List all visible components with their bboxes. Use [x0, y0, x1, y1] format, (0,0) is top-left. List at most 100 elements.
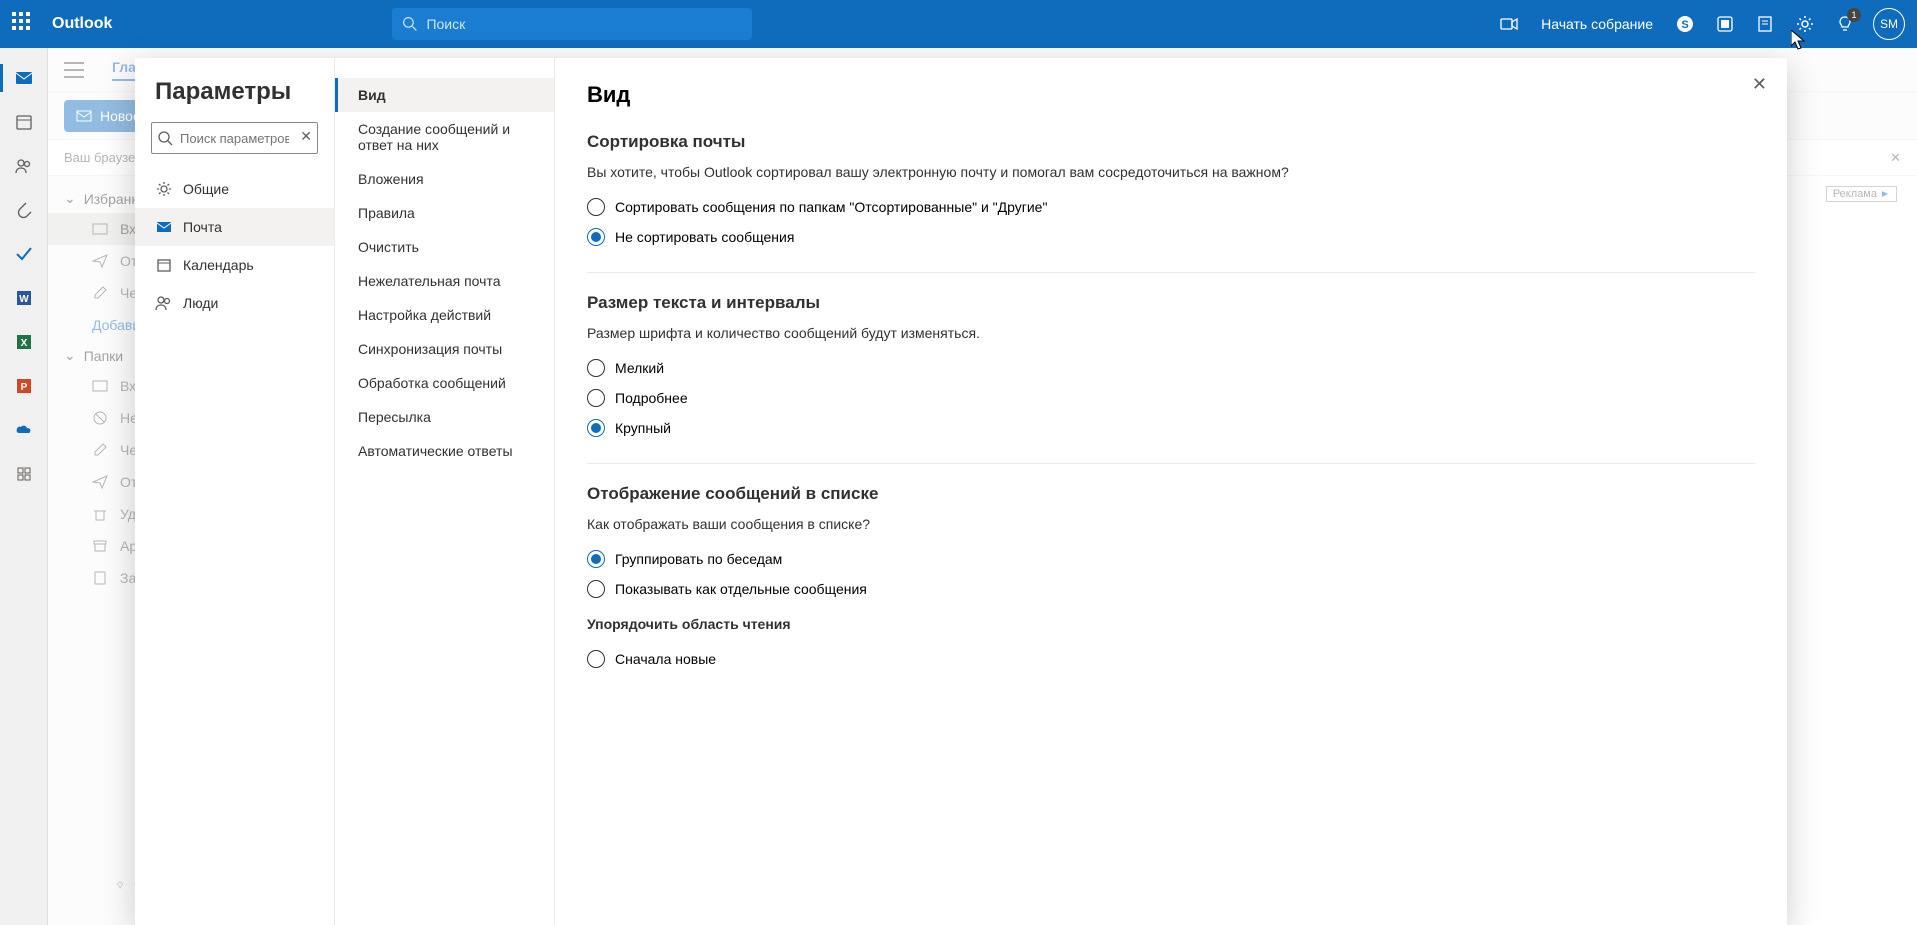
settings-subitems-column: Вид Создание сообщений и ответ на них Вл…	[335, 58, 555, 925]
rail-todo-icon[interactable]	[0, 232, 48, 276]
subitem-handling[interactable]: Обработка сообщений	[335, 366, 554, 400]
settings-panel: Параметры ✕ Общие Почта Календарь Люди В…	[135, 58, 1787, 925]
display-description: Как отображать ваши сообщения в списке?	[587, 516, 1755, 532]
category-calendar[interactable]: Календарь	[135, 246, 334, 284]
radio-icon	[587, 550, 605, 568]
rail-calendar-icon[interactable]	[0, 100, 48, 144]
notes-icon	[92, 570, 108, 586]
settings-search-box[interactable]: ✕	[151, 122, 318, 154]
display-heading: Отображение сообщений в списке	[587, 484, 1755, 504]
settings-categories-column: Параметры ✕ Общие Почта Календарь Люди	[135, 58, 335, 925]
size-option-small[interactable]: Мелкий	[587, 353, 1755, 383]
search-input[interactable]	[426, 16, 742, 32]
brand-label: Outlook	[52, 15, 112, 33]
radio-icon	[587, 419, 605, 437]
size-option-large[interactable]: Крупный	[587, 413, 1755, 443]
rail-word-icon[interactable]: W	[0, 276, 48, 320]
radio-icon	[587, 650, 605, 668]
reading-option-newest[interactable]: Сначала новые	[587, 644, 1755, 674]
app-rail: W X P	[0, 48, 48, 925]
tips-bulb-icon[interactable]: 1	[1825, 0, 1865, 48]
archive-icon	[92, 538, 108, 554]
radio-icon	[587, 359, 605, 377]
rail-files-icon[interactable]	[0, 188, 48, 232]
settings-title: Параметры	[135, 78, 334, 122]
sort-description: Вы хотите, чтобы Outlook сортировал вашу…	[587, 164, 1755, 180]
display-option-individual[interactable]: Показывать как отдельные сообщения	[587, 574, 1755, 604]
tips-badge: 1	[1847, 8, 1861, 22]
sent-icon	[92, 253, 108, 269]
settings-search-input[interactable]	[151, 122, 318, 154]
skype-icon[interactable]: S	[1665, 0, 1705, 48]
start-meeting-button[interactable]: Начать собрание	[1541, 16, 1653, 32]
size-description: Размер шрифта и количество сообщений буд…	[587, 325, 1755, 341]
inbox-icon	[92, 221, 108, 237]
mail-icon	[76, 108, 92, 124]
subitem-compose[interactable]: Создание сообщений и ответ на них	[335, 112, 554, 162]
subitem-junk[interactable]: Нежелательная почта	[335, 264, 554, 298]
rail-people-icon[interactable]	[0, 144, 48, 188]
junk-icon	[92, 410, 108, 426]
search-box[interactable]	[392, 8, 752, 40]
chevron-down-icon: ⌄	[64, 347, 76, 364]
rail-more-apps-icon[interactable]	[0, 452, 48, 496]
rail-mail-icon[interactable]	[0, 56, 48, 100]
people-icon	[155, 294, 173, 312]
svg-text:X: X	[20, 338, 27, 349]
gear-icon	[155, 180, 173, 198]
diamond-icon	[116, 877, 124, 893]
subitem-sync[interactable]: Синхронизация почты	[335, 332, 554, 366]
drafts-icon	[92, 442, 108, 458]
sort-option-focused[interactable]: Сортировать сообщения по папкам "Отсорти…	[587, 192, 1755, 222]
search-icon	[157, 130, 173, 146]
radio-icon	[587, 580, 605, 598]
category-mail[interactable]: Почта	[135, 208, 334, 246]
sort-option-none[interactable]: Не сортировать сообщения	[587, 222, 1755, 252]
subitem-forwarding[interactable]: Пересылка	[335, 400, 554, 434]
calendar-icon	[155, 256, 173, 274]
ad-label-reading: Реклама	[1826, 186, 1897, 202]
mouse-cursor-icon	[1791, 30, 1807, 50]
category-people[interactable]: Люди	[135, 284, 334, 322]
settings-detail-column: ✕ Вид Сортировка почты Вы хотите, чтобы …	[555, 58, 1787, 925]
hamburger-icon[interactable]	[64, 62, 84, 78]
radio-icon	[587, 228, 605, 246]
notes-header-icon[interactable]	[1745, 0, 1785, 48]
sort-heading: Сортировка почты	[587, 132, 1755, 152]
clear-search-icon[interactable]: ✕	[300, 128, 312, 145]
rail-onedrive-icon[interactable]	[0, 408, 48, 452]
svg-text:P: P	[20, 382, 27, 393]
radio-icon	[587, 198, 605, 216]
reading-order-heading: Упорядочить область чтения	[587, 616, 1755, 632]
subitem-auto-replies[interactable]: Автоматические ответы	[335, 434, 554, 468]
category-general[interactable]: Общие	[135, 170, 334, 208]
subitem-actions[interactable]: Настройка действий	[335, 298, 554, 332]
display-option-conversations[interactable]: Группировать по беседам	[587, 544, 1755, 574]
subitem-sweep[interactable]: Очистить	[335, 230, 554, 264]
meet-camera-icon[interactable]	[1489, 0, 1529, 48]
svg-text:W: W	[19, 294, 29, 305]
subitem-attachments[interactable]: Вложения	[335, 162, 554, 196]
close-settings-icon[interactable]: ✕	[1752, 74, 1767, 95]
subitem-rules[interactable]: Правила	[335, 196, 554, 230]
search-icon	[402, 16, 418, 32]
rail-excel-icon[interactable]: X	[0, 320, 48, 364]
drafts-icon	[92, 285, 108, 301]
sent-icon	[92, 474, 108, 490]
folders-section-label: Папки	[84, 348, 123, 364]
account-avatar[interactable]: SM	[1873, 8, 1905, 40]
svg-text:S: S	[1681, 19, 1688, 31]
top-bar: Outlook Начать собрание S 1 SM	[0, 0, 1917, 48]
trash-icon	[92, 506, 108, 522]
size-option-medium[interactable]: Подробнее	[587, 383, 1755, 413]
inbox-icon	[92, 378, 108, 394]
ad-info-icon[interactable]	[1880, 189, 1890, 199]
mail-icon	[155, 218, 173, 236]
subitem-view[interactable]: Вид	[335, 78, 554, 112]
panel-heading: Вид	[587, 82, 1755, 108]
banner-close-icon[interactable]: ✕	[1890, 150, 1901, 166]
app-launcher-icon[interactable]	[12, 12, 36, 36]
teams-icon[interactable]	[1705, 0, 1745, 48]
rail-powerpoint-icon[interactable]: P	[0, 364, 48, 408]
size-heading: Размер текста и интервалы	[587, 293, 1755, 313]
